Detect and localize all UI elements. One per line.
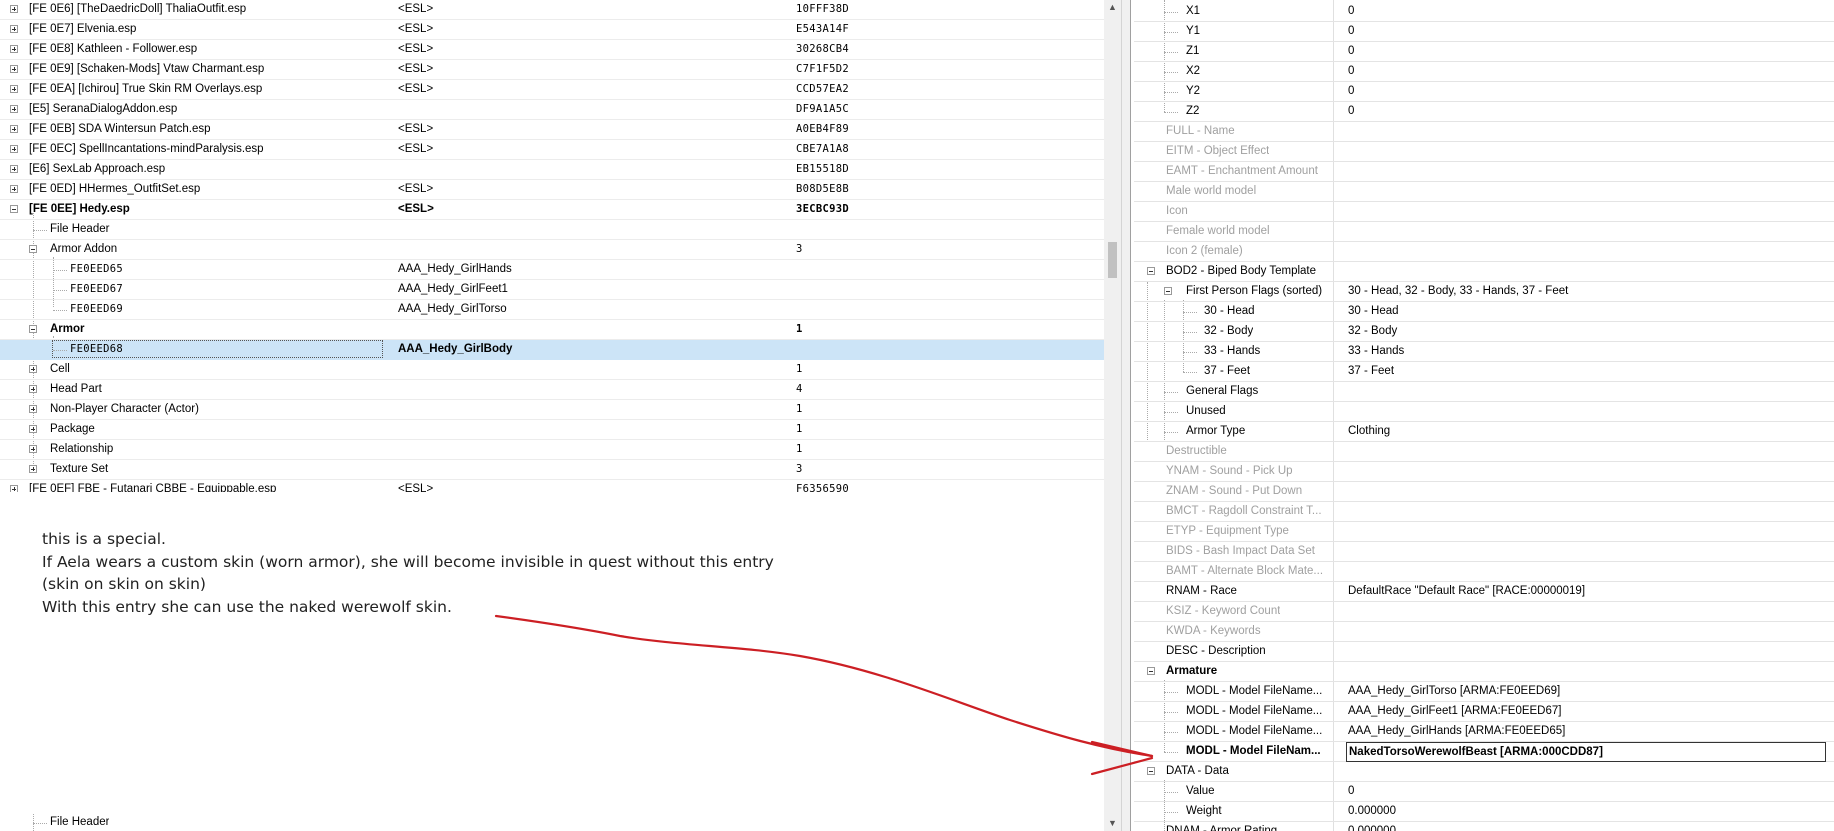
- field-row[interactable]: Z1 0: [1134, 42, 1834, 62]
- tree-row-record[interactable]: FE0EED65 AAA_Hedy_GirlHands: [0, 260, 1104, 280]
- annotation-line: With this entry she can use the naked we…: [42, 597, 452, 616]
- field-row[interactable]: DESC - Description: [1134, 642, 1834, 662]
- scroll-up-icon[interactable]: ▲: [1107, 2, 1118, 13]
- field-row[interactable]: Y1 0: [1134, 22, 1834, 42]
- field-row[interactable]: ETYP - Equipment Type: [1134, 522, 1834, 542]
- tree-row-armor[interactable]: Armor 1: [0, 320, 1104, 340]
- tree-row-group[interactable]: Texture Set 3: [0, 460, 1104, 480]
- tree-row-plugin[interactable]: [FE 0EA] [Ichirou] True Skin RM Overlays…: [0, 80, 1104, 100]
- field-row[interactable]: FULL - Name: [1134, 122, 1834, 142]
- field-row[interactable]: 37 - Feet 37 - Feet: [1134, 362, 1834, 382]
- field-row[interactable]: Female world model: [1134, 222, 1834, 242]
- field-row-modl[interactable]: MODL - Model FileName... AAA_Hedy_GirlHan…: [1134, 722, 1834, 742]
- tree-row-plugin[interactable]: [FE 0E8] Kathleen - Follower.esp <ESL> 3…: [0, 40, 1104, 60]
- field-row[interactable]: DNAM - Armor Rating 0.000000: [1134, 822, 1834, 831]
- field-row[interactable]: KWDA - Keywords: [1134, 622, 1834, 642]
- field-row-data[interactable]: DATA - Data: [1134, 762, 1834, 782]
- tree-row-plugin[interactable]: [FE 0E9] [Schaken-Mods] Vtaw Charmant.es…: [0, 60, 1104, 80]
- tree-row-group[interactable]: Head Part 4: [0, 380, 1104, 400]
- scroll-down-icon[interactable]: ▼: [1107, 818, 1118, 829]
- arrow-shaft: [494, 614, 1154, 758]
- pane-splitter[interactable]: [1121, 0, 1131, 831]
- field-row[interactable]: 30 - Head 30 - Head: [1134, 302, 1834, 322]
- field-row[interactable]: 32 - Body 32 - Body: [1134, 322, 1834, 342]
- tree-row-group[interactable]: Non-Player Character (Actor) 1: [0, 400, 1104, 420]
- field-row[interactable]: Icon: [1134, 202, 1834, 222]
- tree-row-plugin[interactable]: [FE 0E7] Elvenia.esp <ESL> E543A14F: [0, 20, 1104, 40]
- tree-row-plugin[interactable]: [FE 0EC] SpellIncantations-mindParalysis…: [0, 140, 1104, 160]
- field-row[interactable]: KSIZ - Keyword Count: [1134, 602, 1834, 622]
- field-row-bod2[interactable]: BOD2 - Biped Body Template: [1134, 262, 1834, 282]
- tree-row-selected-record[interactable]: FE0EED68 AAA_Hedy_GirlBody: [0, 340, 1104, 360]
- field-row[interactable]: Z2 0: [1134, 102, 1834, 122]
- field-row[interactable]: Weight 0.000000: [1134, 802, 1834, 822]
- field-row[interactable]: Y2 0: [1134, 82, 1834, 102]
- tree-row-group[interactable]: Cell 1: [0, 360, 1104, 380]
- collapse-icon[interactable]: [1147, 267, 1155, 275]
- field-row[interactable]: Destructible: [1134, 442, 1834, 462]
- collapse-icon[interactable]: [1147, 767, 1155, 775]
- field-row[interactable]: BMCT - Ragdoll Constraint T...: [1134, 502, 1834, 522]
- field-row[interactable]: Value 0: [1134, 782, 1834, 802]
- field-row[interactable]: X2 0: [1134, 62, 1834, 82]
- annotation-line: If Aela wears a custom skin (worn armor)…: [42, 552, 774, 571]
- tree-row-record[interactable]: FE0EED69 AAA_Hedy_GirlTorso: [0, 300, 1104, 320]
- field-row-modl[interactable]: MODL - Model FileName... AAA_Hedy_GirlTor…: [1134, 682, 1834, 702]
- field-row[interactable]: EITM - Object Effect: [1134, 142, 1834, 162]
- tree-row-plugin[interactable]: [E5] SeranaDialogAddon.esp DF9A1A5C: [0, 100, 1104, 120]
- field-row[interactable]: BIDS - Bash Impact Data Set: [1134, 542, 1834, 562]
- tree-row-plugin[interactable]: [FE 0ED] HHermes_OutfitSet.esp <ESL> B08…: [0, 180, 1104, 200]
- tree-row-file-header[interactable]: File Header: [0, 814, 1104, 831]
- field-row[interactable]: First Person Flags (sorted) 30 - Head, 32…: [1134, 282, 1834, 302]
- field-row-race[interactable]: RNAM - Race DefaultRace "Default Race" [R…: [1134, 582, 1834, 602]
- field-row[interactable]: Icon 2 (female): [1134, 242, 1834, 262]
- scrollbar-thumb[interactable]: [1108, 242, 1117, 278]
- tree-row-plugin-hedy[interactable]: [FE 0EE] Hedy.esp <ESL> 3ECBC93D: [0, 200, 1104, 220]
- field-row[interactable]: EAMT - Enchantment Amount: [1134, 162, 1834, 182]
- left-scrollbar[interactable]: ▲ ▼: [1104, 0, 1121, 831]
- tree-row-plugin[interactable]: [E6] SexLab Approach.esp EB15518D: [0, 160, 1104, 180]
- tree-row-group[interactable]: Package 1: [0, 420, 1104, 440]
- tree-row-plugin[interactable]: [FE 0EB] SDA Wintersun Patch.esp <ESL> A…: [0, 120, 1104, 140]
- tree-row-plugin[interactable]: [FE 0E6] [TheDaedricDoll] ThaliaOutfit.e…: [0, 0, 1104, 20]
- field-row[interactable]: 33 - Hands 33 - Hands: [1134, 342, 1834, 362]
- field-row-armature[interactable]: Armature: [1134, 662, 1834, 682]
- annotation-note: this is a special. If Aela wears a custo…: [42, 528, 802, 618]
- field-row[interactable]: Armor Type Clothing: [1134, 422, 1834, 442]
- tree-row-plugin[interactable]: [FE 0EF] FBE - Futanari CBBE - Equippabl…: [0, 480, 1104, 492]
- tree-row-record[interactable]: FE0EED67 AAA_Hedy_GirlFeet1: [0, 280, 1104, 300]
- field-row[interactable]: Male world model: [1134, 182, 1834, 202]
- record-view[interactable]: X1 0 Y1 0 Z1 0 X2 0 Y2 0 Z2 0 FULL - Name EITM…: [1134, 0, 1834, 831]
- field-row[interactable]: General Flags: [1134, 382, 1834, 402]
- collapse-icon[interactable]: [1147, 667, 1155, 675]
- field-row[interactable]: BAMT - Alternate Block Mate...: [1134, 562, 1834, 582]
- field-row[interactable]: Unused: [1134, 402, 1834, 422]
- field-row[interactable]: YNAM - Sound - Pick Up: [1134, 462, 1834, 482]
- field-row-modl-selected[interactable]: MODL - Model FileNam... NakedTorsoWerewol…: [1134, 742, 1834, 762]
- collapse-icon[interactable]: [1164, 287, 1172, 295]
- field-row-modl[interactable]: MODL - Model FileName... AAA_Hedy_GirlFee…: [1134, 702, 1834, 722]
- tree-row-group[interactable]: Relationship 1: [0, 440, 1104, 460]
- tree-row-armor-addon[interactable]: Armor Addon 3: [0, 240, 1104, 260]
- annotation-line: this is a special.: [42, 530, 166, 548]
- field-row[interactable]: X1 0: [1134, 2, 1834, 22]
- annotation-line: (skin on skin on skin): [42, 575, 206, 593]
- tree-row-file-header[interactable]: File Header: [0, 220, 1104, 240]
- field-row[interactable]: ZNAM - Sound - Put Down: [1134, 482, 1834, 502]
- record-tree[interactable]: [FE 0E6] [TheDaedricDoll] ThaliaOutfit.e…: [0, 0, 1104, 492]
